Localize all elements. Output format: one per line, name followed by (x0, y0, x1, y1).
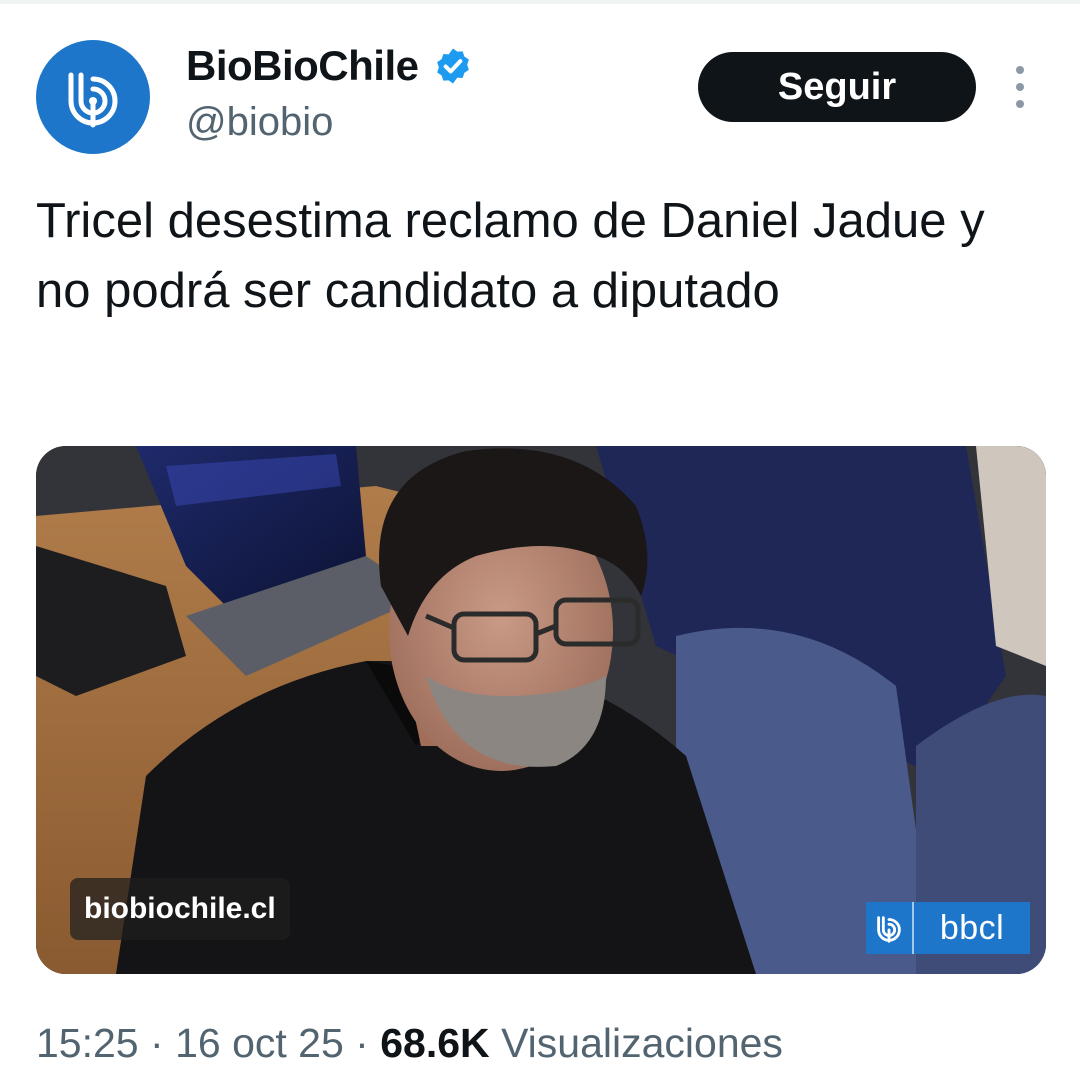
biobio-logo-icon (866, 902, 914, 954)
avatar[interactable] (36, 40, 150, 154)
tweet-text: Tricel desestima reclamo de Daniel Jadue… (36, 194, 985, 318)
verified-badge-icon (433, 46, 473, 86)
tweet-media-photo[interactable]: biobiochile.cl bbcl (36, 446, 1046, 974)
more-dot (1016, 83, 1024, 91)
top-divider (0, 0, 1080, 4)
meta-separator: · (150, 1020, 164, 1066)
tweet-metadata: 15:25 · 16 oct 25 · 68.6K Visualizacione… (36, 1020, 783, 1067)
bbcl-badge: bbcl (866, 902, 1030, 954)
more-dot (1016, 100, 1024, 108)
biobio-logo-icon (68, 72, 118, 128)
site-watermark: biobiochile.cl (70, 878, 290, 940)
follow-button[interactable]: Seguir (698, 52, 976, 122)
tweet-time[interactable]: 15:25 (36, 1020, 139, 1066)
more-vertical-icon[interactable] (1008, 62, 1032, 112)
display-name[interactable]: BioBioChile (186, 42, 419, 90)
tweet-header: BioBioChile @biobio Seguir (36, 38, 1046, 158)
tweet-date[interactable]: 16 oct 25 (175, 1020, 344, 1066)
handle[interactable]: @biobio (186, 100, 333, 145)
views-label: Visualizaciones (501, 1020, 783, 1066)
bbcl-badge-text: bbcl (939, 908, 1005, 947)
name-row: BioBioChile (186, 42, 473, 90)
more-dot (1016, 66, 1024, 74)
meta-separator: · (355, 1020, 369, 1066)
views-count[interactable]: 68.6K (380, 1020, 489, 1066)
